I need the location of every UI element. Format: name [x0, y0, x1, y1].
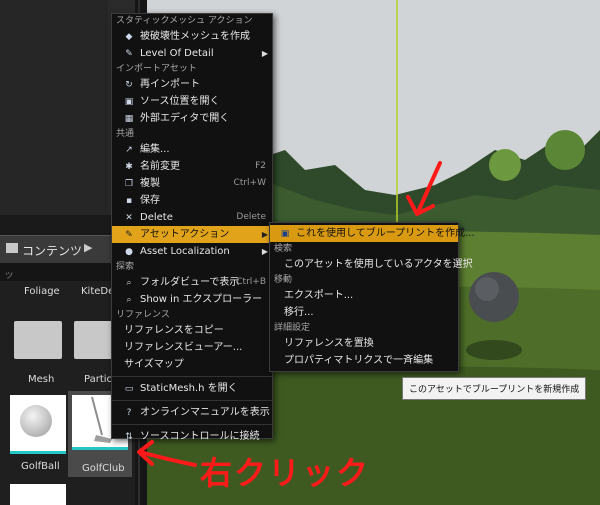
annotation-right-click-label: 右クリック: [200, 454, 371, 492]
annotation-arrow-left-icon: [137, 440, 197, 467]
annotation-arrow-down-icon: [406, 161, 442, 216]
annotation-overlay: [137, 161, 442, 467]
